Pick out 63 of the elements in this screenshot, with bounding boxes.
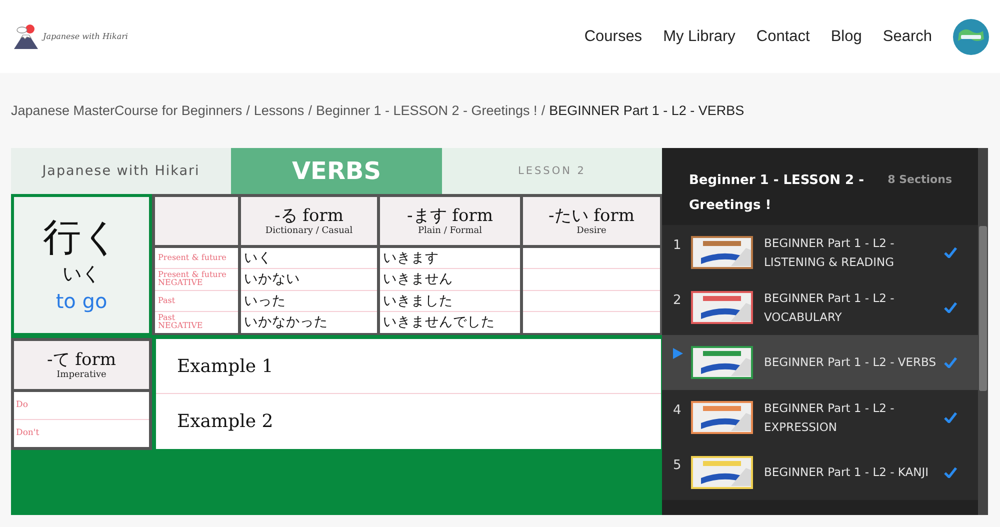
section-count: 8 Sections <box>888 172 952 187</box>
row-label: Don't <box>16 428 40 438</box>
verb-reading: いく <box>62 262 100 287</box>
row-label: Do <box>16 400 28 410</box>
lesson-label: LESSON 2 <box>518 165 586 177</box>
conjugation-text: いかなかった <box>244 313 328 332</box>
example-text: Example 1 <box>177 356 274 376</box>
logo-text[interactable]: Japanese with Hikari <box>43 32 128 41</box>
nav-link[interactable]: Courses <box>584 28 642 46</box>
nav-link[interactable]: Search <box>882 28 932 46</box>
lesson-item[interactable]: BEGINNER Part 1 - L2 - VERBS <box>662 335 978 390</box>
conjugation-text: いきました <box>383 292 453 310</box>
breadcrumb-link[interactable]: Beginner 1 - LESSON 2 - Greetings ! <box>316 103 538 118</box>
breadcrumb-current: BEGINNER Part 1 - L2 - VERBS <box>549 103 744 118</box>
item-number: 2 <box>673 293 682 308</box>
lesson-item-title: BEGINNER Part 1 - L2 - LISTENING & READING <box>764 234 896 270</box>
play-icon <box>673 348 683 359</box>
form-name: -ます form <box>407 206 493 226</box>
item-number: 1 <box>673 238 682 253</box>
lesson-title: Beginner 1 - LESSON 2 - Greetings ! <box>689 172 865 215</box>
lesson-item-title: BEGINNER Part 1 - L2 - EXPRESSION <box>764 400 896 436</box>
conjugation-text: いく <box>244 249 272 268</box>
row-label: Present & future <box>158 254 226 262</box>
lesson-item[interactable]: 2 BEGINNER Part 1 - L2 - VOCABULARY <box>662 280 978 335</box>
form-name: -て form <box>47 350 116 370</box>
item-number: 4 <box>673 403 682 418</box>
breadcrumb-separator: / <box>308 103 312 118</box>
slide-brand: Japanese with Hikari <box>42 163 200 179</box>
lesson-item[interactable]: 4 BEGINNER Part 1 - L2 - EXPRESSION <box>662 390 978 445</box>
example-text: Example 2 <box>177 411 274 432</box>
form-subtitle: Plain / Formal <box>418 226 482 236</box>
conjugation-text: いかない <box>244 270 300 288</box>
breadcrumb-separator: / <box>541 103 546 118</box>
conjugation-text: いきます <box>383 249 439 268</box>
lesson-item-title: BEGINNER Part 1 - L2 - VERBS <box>764 354 936 371</box>
form-subtitle: Desire <box>576 226 606 236</box>
lesson-item[interactable]: 5 BEGINNER Part 1 - L2 - KANJI <box>662 445 978 500</box>
mountain-logo-icon[interactable] <box>12 22 40 50</box>
row-label: Past <box>158 296 176 305</box>
scrollbar-thumb[interactable] <box>979 226 987 391</box>
nav-link[interactable]: Blog <box>830 28 862 46</box>
form-name: -る form <box>274 206 344 226</box>
slide-title: VERBS <box>292 157 382 185</box>
row-label: Past NEGATIVE <box>158 314 203 330</box>
lesson-item-title: BEGINNER Part 1 - L2 - VOCABULARY <box>764 290 896 326</box>
item-number: 5 <box>673 458 682 473</box>
lesson-item[interactable]: 1 BEGINNER Part 1 - L2 - LISTENING & READING <box>662 225 978 280</box>
lesson-item-title: BEGINNER Part 1 - L2 - KANJI <box>764 464 930 481</box>
row-label: Present & future NEGATIVE <box>158 271 226 288</box>
globe-avatar-icon[interactable] <box>953 18 989 54</box>
conjugation-text: いきません <box>383 270 453 288</box>
nav-link[interactable]: Contact <box>756 28 810 46</box>
form-subtitle: Imperative <box>56 370 106 380</box>
form-name: -たい form <box>548 206 634 226</box>
form-subtitle: Dictionary / Casual <box>265 226 353 236</box>
breadcrumb-separator: / <box>246 103 250 118</box>
conjugation-text: いきませんでした <box>383 313 495 332</box>
conjugation-text: いった <box>244 292 286 310</box>
breadcrumb-link[interactable]: Japanese MasterCourse for Beginners <box>11 103 242 118</box>
nav-link[interactable]: My Library <box>663 28 736 46</box>
verb-meaning: to go <box>56 288 108 313</box>
breadcrumb-link[interactable]: Lessons <box>254 103 304 118</box>
verb-kanji: 行く <box>43 217 120 259</box>
